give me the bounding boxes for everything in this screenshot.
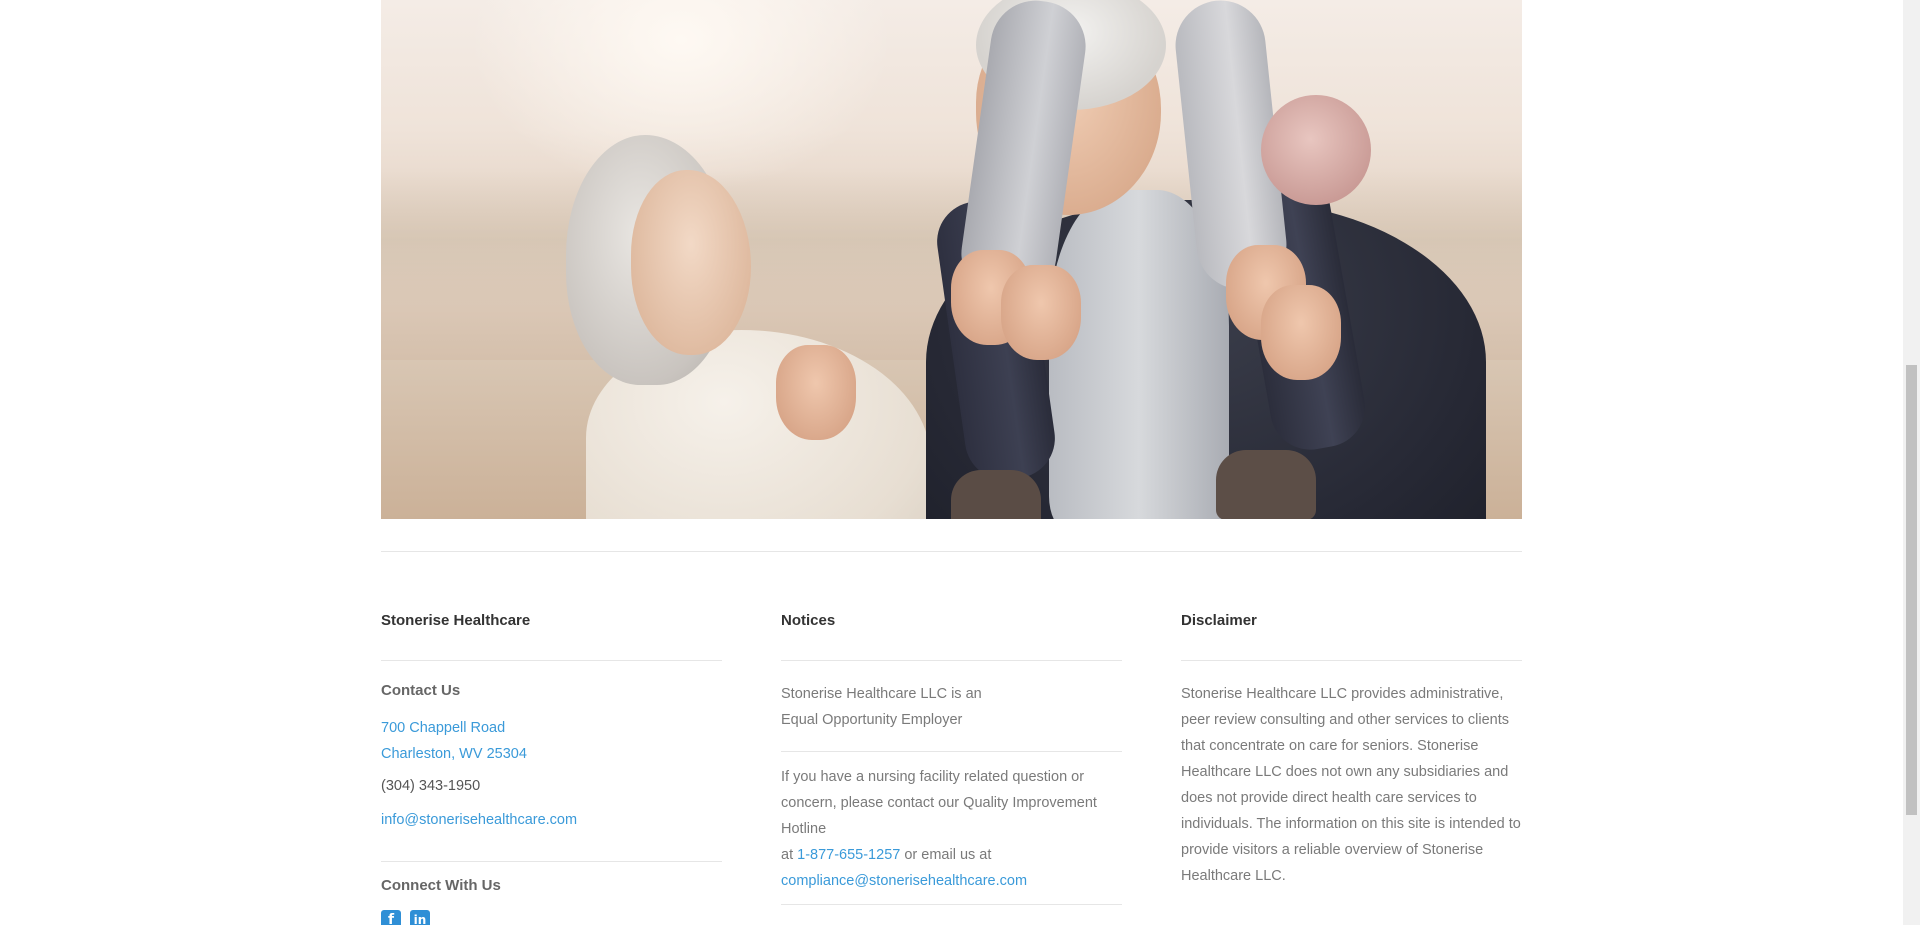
footer-divider: [381, 551, 1522, 552]
hero-hand: [1261, 285, 1341, 380]
footer-column-disclaimer: Disclaimer Stonerise Healthcare LLC prov…: [1181, 610, 1522, 889]
scrollbar-thumb[interactable]: [1906, 365, 1917, 815]
heading-divider: [381, 660, 722, 661]
facebook-icon[interactable]: f: [381, 910, 401, 925]
hero-photo: [381, 0, 1522, 519]
hotline-at: at: [781, 847, 798, 863]
address: 700 Chappell Road Charleston, WV 25304: [381, 715, 722, 767]
compliance-email-link[interactable]: compliance@stonerisehealthcare.com: [781, 873, 1027, 889]
email-line: info@stonerisehealthcare.com: [381, 809, 722, 831]
linkedin-icon[interactable]: in: [410, 910, 430, 925]
hotline-text: If you have a nursing facility related q…: [781, 769, 1097, 837]
social-links: f in: [381, 910, 722, 925]
page: Stonerise Healthcare Contact Us 700 Chap…: [0, 0, 1920, 925]
eoe-notice: Stonerise Healthcare LLC is an Equal Opp…: [781, 681, 1122, 733]
hero-hand: [1001, 265, 1081, 360]
notice-divider: [781, 751, 1122, 752]
notice-divider: [781, 904, 1122, 905]
connect-heading: Connect With Us: [381, 877, 501, 894]
hotline-mid: or email us at: [900, 847, 992, 863]
contact-us-heading: Contact Us: [381, 682, 461, 699]
phone-number: (304) 343-1950: [381, 778, 481, 794]
email-link[interactable]: info@stonerisehealthcare.com: [381, 812, 577, 828]
contact-divider: [381, 861, 722, 862]
hero-child-boot-right: [1216, 450, 1316, 519]
hotline-phone-link[interactable]: 1-877-655-1257: [797, 847, 900, 863]
eoe-line2: Equal Opportunity Employer: [781, 712, 963, 728]
footer-column-company: Stonerise Healthcare Contact Us 700 Chap…: [381, 610, 722, 925]
disclaimer-heading: Disclaimer: [1181, 612, 1257, 629]
hero-child-hat: [1261, 95, 1371, 205]
footer-column-notices: Notices Stonerise Healthcare LLC is an E…: [781, 610, 1122, 905]
address-line2-link[interactable]: Charleston, WV 25304: [381, 746, 527, 762]
eoe-line1: Stonerise Healthcare LLC is an: [781, 686, 982, 702]
notices-heading: Notices: [781, 612, 836, 629]
hero-hand: [776, 345, 856, 440]
heading-divider: [781, 660, 1122, 661]
hotline-notice: If you have a nursing facility related q…: [781, 764, 1122, 894]
hero-child-boot-left: [951, 470, 1041, 519]
disclaimer-text: Stonerise Healthcare LLC provides admini…: [1181, 686, 1521, 884]
company-heading: Stonerise Healthcare: [381, 612, 531, 629]
address-line1-link[interactable]: 700 Chappell Road: [381, 720, 505, 736]
heading-divider: [1181, 660, 1522, 661]
